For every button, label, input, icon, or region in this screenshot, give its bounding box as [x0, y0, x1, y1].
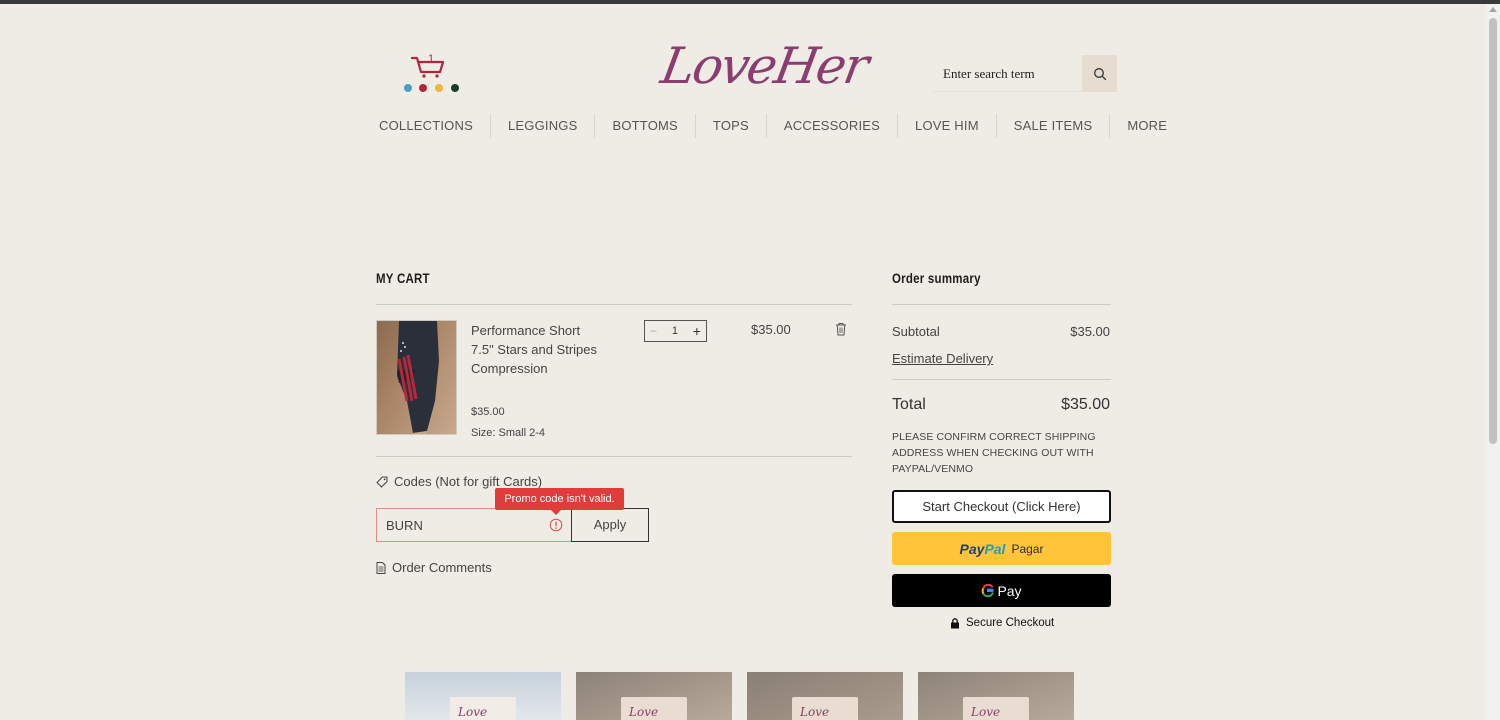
promo-field	[376, 508, 572, 542]
quantity-increase-button[interactable]: +	[693, 323, 701, 339]
quantity-value[interactable]: 1	[672, 325, 678, 337]
error-icon	[549, 518, 563, 532]
search-box	[932, 55, 1118, 92]
nav-more[interactable]: MORE	[1109, 114, 1184, 138]
thumbnail-logo: Love	[971, 705, 1001, 719]
page-scrollbar[interactable]	[1486, 4, 1500, 720]
cart-count: 1	[428, 53, 434, 65]
related-product-image[interactable]: Love	[576, 672, 732, 720]
summary-title: Order summary	[892, 270, 981, 286]
nav-collections[interactable]: COLLECTIONS	[362, 114, 490, 138]
secure-checkout: Secure Checkout	[950, 617, 1054, 629]
product-size: Size: Small 2-4	[471, 427, 545, 439]
related-product-image[interactable]: Love	[918, 672, 1074, 720]
secure-checkout-label: Secure Checkout	[966, 617, 1055, 629]
related-product-image[interactable]: Love	[405, 672, 561, 720]
search-icon	[1093, 67, 1106, 80]
paypal-button[interactable]: PayPal Pagar	[892, 532, 1111, 565]
paypal-logo: PayPal	[959, 540, 1006, 557]
codes-toggle[interactable]: Codes (Not for gift Cards)	[376, 474, 542, 489]
note-icon	[376, 561, 386, 574]
nav-sale-items[interactable]: SALE ITEMS	[995, 114, 1110, 138]
search-input[interactable]	[932, 55, 1082, 92]
nav-accessories[interactable]: ACCESSORIES	[765, 114, 897, 138]
quantity-stepper: − 1 +	[644, 320, 707, 342]
quantity-decrease-button[interactable]: −	[650, 324, 657, 338]
divider	[892, 304, 1111, 305]
product-unit-price: $35.00	[471, 406, 505, 418]
divider	[892, 379, 1111, 380]
google-pay-label: Pay	[997, 582, 1022, 599]
subtotal-value: $35.00	[1070, 324, 1110, 339]
trash-icon	[836, 323, 846, 336]
promo-code-input[interactable]	[377, 509, 547, 541]
codes-label: Codes (Not for gift Cards)	[394, 474, 543, 489]
brand-logo[interactable]: LoveHer	[655, 26, 871, 106]
remove-item-button[interactable]	[835, 322, 847, 341]
nav-leggings[interactable]: LEGGINGS	[489, 114, 595, 138]
estimate-delivery-link[interactable]: Estimate Delivery	[892, 351, 993, 366]
promo-error-tooltip: Promo code isn't valid.	[495, 488, 624, 515]
nav-love-him[interactable]: LOVE HIM	[897, 114, 996, 138]
total-value: $35.00	[1061, 396, 1110, 413]
product-image[interactable]	[376, 320, 457, 435]
paypal-button-label: Pagar	[1011, 541, 1044, 556]
google-pay-button[interactable]: Pay	[892, 574, 1111, 607]
apply-button[interactable]: Apply	[571, 508, 649, 542]
search-button[interactable]	[1082, 55, 1117, 92]
tag-icon	[376, 476, 388, 488]
main-nav: COLLECTIONS LEGGINGS BOTTOMS TOPS ACCESS…	[362, 114, 1184, 138]
nav-bottoms[interactable]: BOTTOMS	[594, 114, 694, 138]
cart-title: MY CART	[376, 270, 430, 286]
related-product-image[interactable]: Love	[747, 672, 903, 720]
divider	[376, 456, 852, 457]
subtotal-label: Subtotal	[892, 324, 940, 339]
thumbnail-logo: Love	[800, 705, 830, 719]
total-label: Total	[892, 396, 926, 413]
nav-tops[interactable]: TOPS	[694, 114, 766, 138]
scrollbar-thumb[interactable]	[1489, 18, 1497, 444]
start-checkout-button[interactable]: Start Checkout (Click Here)	[892, 490, 1111, 523]
scroll-up-arrow-icon[interactable]	[1489, 7, 1497, 12]
cart-logo-icon[interactable]: 1	[400, 48, 464, 98]
order-comments-label: Order Comments	[392, 560, 492, 575]
thumbnail-logo: Love	[629, 705, 659, 719]
browser-top-border	[0, 0, 1500, 4]
lock-icon	[951, 617, 959, 628]
thumbnail-logo: Love	[458, 705, 488, 719]
product-name[interactable]: Performance Short 7.5" Stars and Stripes…	[471, 321, 601, 378]
shipping-notice: PLEASE CONFIRM CORRECT SHIPPING ADDRESS …	[892, 431, 1096, 475]
google-g-icon	[982, 583, 995, 597]
divider	[376, 304, 852, 305]
order-comments-toggle[interactable]: Order Comments	[376, 560, 492, 575]
line-total: $35.00	[751, 322, 791, 337]
